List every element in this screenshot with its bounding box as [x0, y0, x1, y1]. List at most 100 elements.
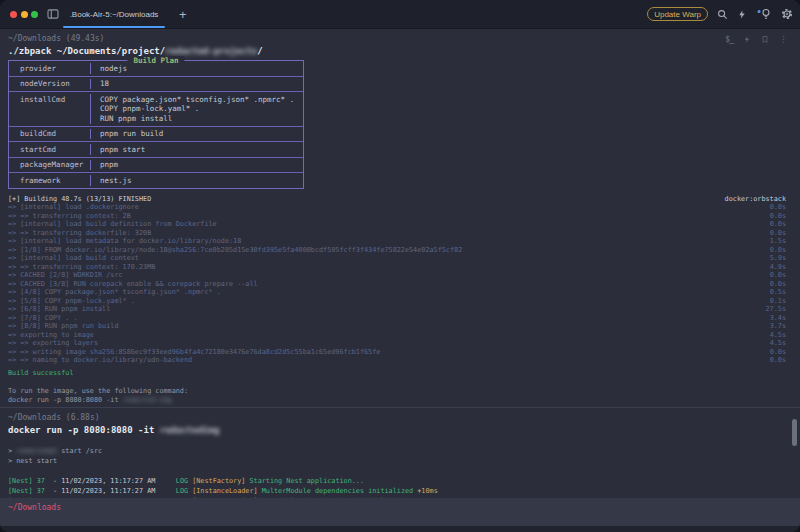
docker-log-line: => [1/8] FROM docker.io/library/node:18@…: [8, 246, 786, 255]
block-separator: [0, 407, 800, 408]
build-plan-table: Build Plan provider nodejs nodeVersion 1…: [8, 60, 304, 189]
build-plan-value: nest.js: [91, 173, 132, 188]
step-duration: 4.5s: [770, 331, 786, 340]
docker-log-line: => CACHED [2/8] WORKDIR /src 0.0s: [8, 271, 786, 280]
docker-log-line: => CACHED [3/8] RUN corepack enable && c…: [8, 280, 786, 289]
command-prompt-icon[interactable]: $_: [725, 35, 733, 44]
build-plan-value: 18: [91, 77, 109, 92]
build-plan-value: COPY package.json* tsconfig.json* .npmrc…: [91, 92, 294, 126]
titlebar: .Book-Air-5:~/Downloads + Update Warp: [0, 0, 800, 29]
nest-log-line: [Nest] 37 - 11/02/2023, 11:17:27 AM LOG …: [8, 486, 800, 496]
step-duration: 0.0s: [770, 280, 786, 289]
docker-log-line: => => transferring context: 170.23MB 4.9…: [8, 263, 786, 272]
step-duration: 0.0s: [770, 229, 786, 238]
build-plan-rows: provider nodejs nodeVersion 18 installCm…: [9, 61, 303, 188]
build-success-message: Build successful: [8, 369, 800, 378]
npm-script-line: > redacted@1 start /src: [8, 446, 800, 456]
layout-panel-icon[interactable]: [47, 9, 59, 19]
redacted-image-name: redacted-img: [123, 396, 172, 404]
docker-log-line: => => transferring context: 2B 0.0s: [8, 212, 786, 221]
step-duration: 0.0s: [770, 203, 786, 212]
step-duration: 3.7s: [770, 322, 786, 331]
build-plan-row: framework nest.js: [9, 172, 303, 188]
build-plan-key: packageManager: [9, 158, 90, 173]
redacted-project-path: redacted-projectx: [165, 46, 257, 56]
search-icon[interactable]: [717, 9, 728, 20]
step-duration: 4.5s: [770, 339, 786, 348]
lightning-icon[interactable]: [737, 9, 747, 20]
bookmark-icon[interactable]: [761, 35, 769, 44]
run-command-suggestion: docker run -p 8080:8080 -it redacted-img: [8, 396, 800, 405]
step-duration: 0.0s: [770, 212, 786, 221]
current-prompt-block[interactable]: ~/Downloads: [0, 498, 800, 526]
settings-gear-icon[interactable]: [781, 8, 793, 20]
run-hint: To run the image, use the following comm…: [8, 387, 800, 396]
docker-log-line: => [4/8] COPY package.json* tsconfig.jso…: [8, 288, 786, 297]
close-button[interactable]: [10, 11, 17, 18]
build-plan-key: installCmd: [9, 92, 90, 126]
step-duration: 0.0s: [770, 356, 786, 365]
step-duration: 0.0s: [770, 220, 786, 229]
tab-title: .Book-Air-5:~/Downloads: [70, 10, 159, 19]
docker-log-line: => [internal] load build definition from…: [8, 220, 786, 229]
terminal-content: $_ ⋮ ~/Downloads (49.43s) ./zbpack ~/Doc…: [0, 29, 800, 504]
docker-log-line: => [7/8] COPY . . 3.4s: [8, 314, 786, 323]
minimize-button[interactable]: [21, 11, 28, 18]
docker-log-line: => => writing image sha256:8586ec9f33eed…: [8, 348, 786, 357]
build-plan-key: framework: [9, 173, 90, 188]
build-plan-key: provider: [9, 61, 90, 76]
docker-build-log: [+] Building 48.7s (13/13) FINISHEDdocke…: [8, 195, 800, 365]
step-duration: 0.0s: [770, 348, 786, 357]
blank-line: [8, 466, 800, 476]
docker-log-line: => [internal] load metadata for docker.i…: [8, 237, 786, 246]
overflow-menu-icon[interactable]: ⋮: [779, 34, 788, 44]
docker-log-line: => [8/8] RUN pnpm run build 3.7s: [8, 322, 786, 331]
build-plan-key: startCmd: [9, 142, 90, 157]
block1-header: ~/Downloads (49.43s): [8, 33, 800, 44]
update-warp-button[interactable]: Update Warp: [647, 7, 708, 21]
traffic-lights: [10, 11, 38, 18]
redacted-package-name: redacted@1: [16, 447, 57, 455]
step-duration: 0.0s: [770, 271, 786, 280]
maximize-button[interactable]: [31, 11, 38, 18]
new-tab-button[interactable]: +: [179, 7, 187, 22]
block2-header: ~/Downloads (6.88s): [8, 412, 800, 423]
build-plan-row: startCmd pnpm start: [9, 141, 303, 157]
block-toolbar: $_ ⋮: [725, 34, 788, 44]
step-duration: 4.9s: [770, 263, 786, 272]
lightning-icon[interactable]: [743, 35, 751, 44]
warp-terminal-window: .Book-Air-5:~/Downloads + Update Warp $_: [0, 0, 800, 532]
build-plan-value: pnpm: [91, 158, 118, 173]
docker-context: docker:orbstack: [725, 195, 786, 204]
docker-log-lines: => [internal] load .dockerignore 0.0s =>…: [8, 203, 786, 365]
docker-log-line: => [internal] load build context 5.9s: [8, 254, 786, 263]
window-bottom-edge: [0, 526, 800, 532]
active-tab-underline: [63, 26, 165, 28]
build-plan-key: nodeVersion: [9, 77, 90, 92]
docker-log-line: => exporting to image 4.5s: [8, 331, 786, 340]
build-plan-row: nodeVersion 18: [9, 76, 303, 92]
build-plan-row: packageManager pnpm: [9, 157, 303, 173]
build-plan-title: Build Plan: [127, 56, 184, 66]
scrollbar-thumb[interactable]: [792, 419, 797, 446]
step-duration: 1.5s: [770, 237, 786, 246]
block2-command[interactable]: docker run -p 8080:8080 -it redactedimg: [8, 424, 800, 436]
step-duration: 0.1s: [770, 297, 786, 306]
notification-bulb-icon[interactable]: [756, 8, 772, 20]
step-duration: 5.9s: [770, 254, 786, 263]
nest-log-line: [Nest] 37 - 11/02/2023, 11:17:27 AM LOG …: [8, 476, 800, 486]
container-output: > redacted@1 start /src > nest start [Ne…: [8, 446, 800, 504]
docker-log-line: => [5/8] COPY pnpm-lock.yaml* . 0.1s: [8, 297, 786, 306]
docker-log-line: => => transferring dockerfile: 320B 0.0s: [8, 229, 786, 238]
build-plan-value: nodejs: [91, 61, 127, 76]
docker-build-summary: [+] Building 48.7s (13/13) FINISHEDdocke…: [8, 195, 786, 204]
step-duration: 0.0s: [770, 246, 786, 255]
build-plan-value: pnpm start: [91, 142, 145, 157]
step-duration: 3.4s: [770, 314, 786, 323]
build-plan-row: installCmd COPY package.json* tsconfig.j…: [9, 91, 303, 126]
step-duration: 0.5s: [770, 288, 786, 297]
build-plan-value: pnpm run build: [91, 127, 163, 142]
docker-log-line: => [internal] load .dockerignore 0.0s: [8, 203, 786, 212]
docker-log-line: => => naming to docker.io/library/udn-ba…: [8, 356, 786, 365]
tab-downloads[interactable]: .Book-Air-5:~/Downloads: [65, 0, 163, 29]
